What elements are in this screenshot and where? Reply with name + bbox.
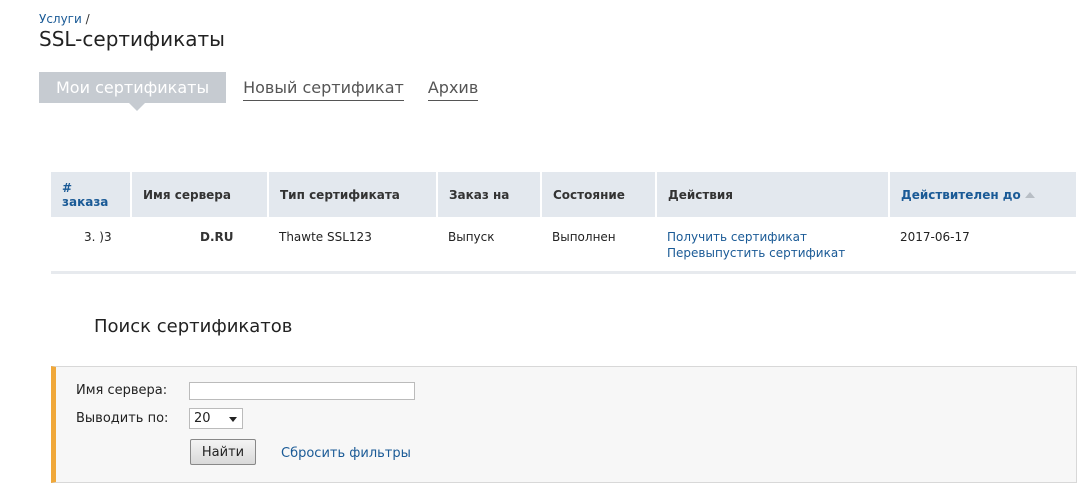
table-header-row: # заказа Имя сервера Тип сертификата Зак… <box>51 172 1076 217</box>
cell-order-for: Выпуск <box>448 230 495 244</box>
column-actions: Действия <box>656 172 890 217</box>
search-filter-panel: Имя сервера: Выводить по: 20 Найти Сброс… <box>51 366 1077 483</box>
cell-status: Выполнен <box>552 230 616 244</box>
breadcrumb-link-services[interactable]: Услуги <box>39 12 82 26</box>
per-page-label: Выводить по: <box>76 411 169 426</box>
per-page-select[interactable]: 20 <box>189 408 243 429</box>
sort-ascending-icon <box>1024 191 1035 198</box>
column-order-number-label: # заказа <box>62 180 109 209</box>
breadcrumb-separator: / <box>81 12 90 26</box>
breadcrumb: Услуги / <box>39 12 90 26</box>
tab-my-certificates[interactable]: Мои сертификаты <box>39 72 227 111</box>
server-name-input[interactable] <box>189 382 415 400</box>
column-valid-until-label: Действителен до <box>901 187 1021 202</box>
page-title: SSL-сертификаты <box>39 27 225 51</box>
get-certificate-link[interactable]: Получить сертификат <box>667 229 878 245</box>
column-order-for: Заказ на <box>437 172 542 217</box>
column-valid-until[interactable]: Действителен до <box>889 172 1076 217</box>
table-row: 3. )3 D.RU Thawte SSL123 Выпуск Выполнен… <box>51 217 1076 273</box>
server-name-label: Имя сервера: <box>76 383 168 398</box>
find-button[interactable]: Найти <box>190 439 256 465</box>
cell-certificate-type: Thawte SSL123 <box>279 230 372 244</box>
column-server-name: Имя сервера <box>131 172 269 217</box>
cell-server-name: D.RU <box>200 230 234 244</box>
reissue-certificate-link[interactable]: Перевыпустить сертификат <box>667 245 878 261</box>
tab-archive[interactable]: Архив <box>427 73 479 101</box>
tab-new-certificate[interactable]: Новый сертификат <box>243 73 404 101</box>
cell-actions: Получить сертификат Перевыпустить сертиф… <box>656 217 889 273</box>
reset-filters-link[interactable]: Сбросить фильтры <box>281 446 411 461</box>
column-certificate-type: Тип сертификата <box>268 172 438 217</box>
column-order-number[interactable]: # заказа <box>51 172 132 217</box>
column-status: Состояние <box>541 172 657 217</box>
chevron-down-icon <box>229 417 237 422</box>
search-section-title: Поиск сертификатов <box>94 316 293 337</box>
cell-valid-until: 2017-06-17 <box>900 230 970 244</box>
per-page-value: 20 <box>194 411 211 426</box>
certificates-table: # заказа Имя сервера Тип сертификата Зак… <box>51 172 1076 274</box>
tab-bar: Мои сертификаты Новый сертификат Архив <box>39 72 502 111</box>
cell-order-number: 3. )3 <box>84 230 112 244</box>
